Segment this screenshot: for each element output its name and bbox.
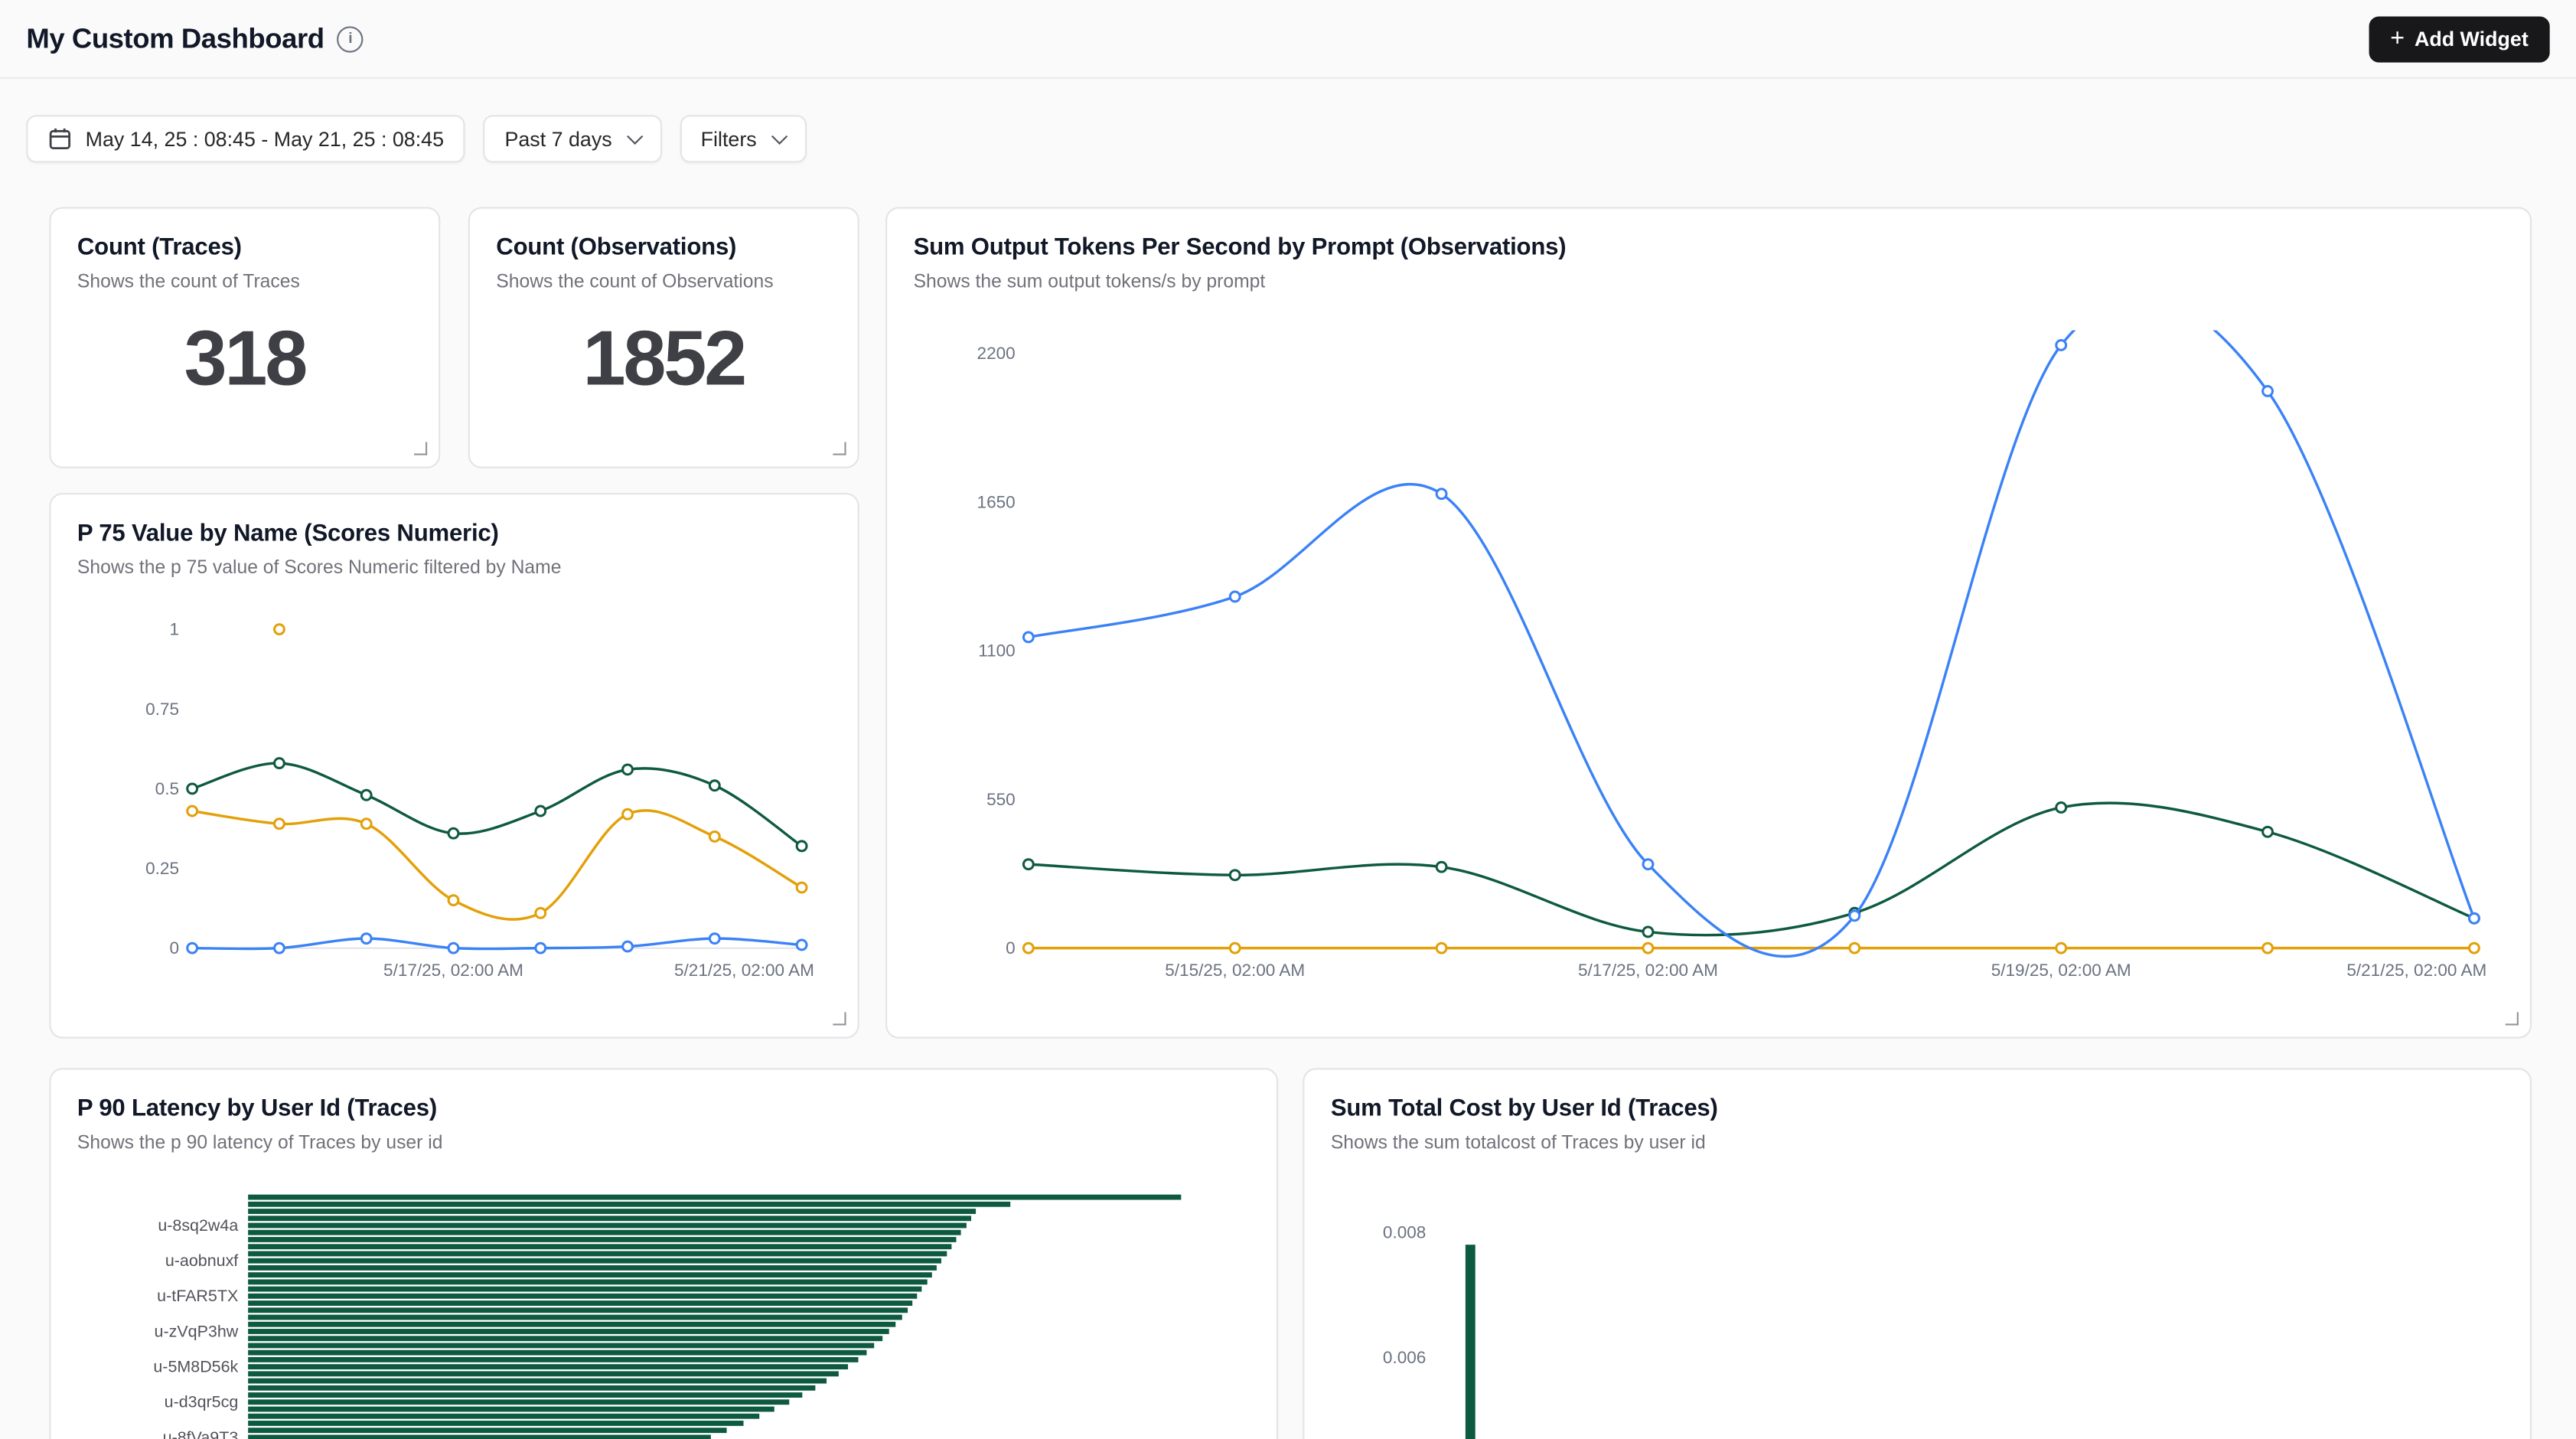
svg-text:5/19/25, 02:00 AM: 5/19/25, 02:00 AM	[1991, 961, 2131, 980]
filters-button[interactable]: Filters	[680, 115, 806, 162]
resize-handle-icon[interactable]	[833, 1012, 846, 1025]
add-widget-button[interactable]: + Add Widget	[2369, 15, 2549, 61]
chevron-down-icon	[771, 129, 787, 145]
toolbar: May 14, 25 : 08:45 - May 21, 25 : 08:45 …	[26, 115, 2549, 162]
svg-text:5/15/25, 02:00 AM: 5/15/25, 02:00 AM	[1165, 961, 1305, 980]
svg-text:0.008: 0.008	[1383, 1222, 1426, 1242]
p90-latency-bar-chart: u-8sq2w4a u-aobnuxf u-tFAR5TX u-zVqP3hw u-5M…	[77, 1188, 1254, 1439]
resize-handle-icon[interactable]	[2506, 1012, 2519, 1025]
svg-text:u-tFAR5TX: u-tFAR5TX	[157, 1287, 238, 1305]
dashboard-page: My Custom Dashboard i + Add Widget May 1…	[0, 0, 2576, 1439]
date-range-value: May 14, 25 : 08:45 - May 21, 25 : 08:45	[86, 127, 444, 150]
svg-text:5/21/25, 02:00 AM: 5/21/25, 02:00 AM	[674, 961, 814, 980]
svg-text:1100: 1100	[978, 641, 1015, 661]
plus-icon: +	[2390, 25, 2405, 50]
svg-text:1: 1	[169, 620, 179, 639]
total-cost-bar-chart: 0.008 0.006	[1331, 1188, 2507, 1439]
observations-count-value: 1852	[496, 318, 831, 396]
widget-title: Sum Total Cost by User Id (Traces)	[1331, 1096, 2504, 1122]
page-title: My Custom Dashboard	[26, 22, 324, 55]
calendar-icon	[47, 126, 72, 151]
widget-title: Count (Traces)	[77, 235, 412, 261]
widget-subtitle: Shows the sum output tokens/s by prompt	[914, 272, 2504, 292]
widget-p90-latency: P 90 Latency by User Id (Traces) Shows t…	[49, 1068, 1278, 1439]
info-icon[interactable]: i	[337, 25, 364, 51]
svg-text:0.25: 0.25	[145, 859, 179, 878]
date-preset-value: Past 7 days	[504, 127, 611, 150]
svg-text:2200: 2200	[977, 344, 1016, 363]
widget-subtitle: Shows the count of Observations	[496, 272, 831, 292]
widget-subtitle: Shows the p 90 latency of Traces by user…	[77, 1134, 1251, 1153]
resize-handle-icon[interactable]	[833, 442, 846, 455]
svg-text:u-8sq2w4a: u-8sq2w4a	[158, 1216, 238, 1235]
svg-text:0: 0	[1006, 938, 1016, 958]
widget-count-observations: Count (Observations) Shows the count of …	[468, 207, 859, 468]
svg-text:550: 550	[986, 790, 1016, 809]
page-title-group: My Custom Dashboard i	[26, 22, 364, 55]
date-range-picker[interactable]: May 14, 25 : 08:45 - May 21, 25 : 08:45	[26, 115, 465, 162]
svg-text:u-d3qr5cg: u-d3qr5cg	[165, 1393, 239, 1411]
svg-text:u-5M8D56k: u-5M8D56k	[153, 1357, 238, 1375]
widget-title: P 90 Latency by User Id (Traces)	[77, 1096, 1251, 1122]
traces-count-value: 318	[77, 318, 412, 396]
svg-text:0: 0	[169, 938, 179, 958]
widget-subtitle: Shows the p 75 value of Scores Numeric f…	[77, 559, 831, 579]
add-widget-label: Add Widget	[2415, 27, 2529, 50]
svg-text:0.75: 0.75	[145, 700, 179, 719]
page-header: My Custom Dashboard i + Add Widget	[0, 0, 2576, 79]
svg-text:5/17/25, 02:00 AM: 5/17/25, 02:00 AM	[1578, 961, 1718, 980]
widget-subtitle: Shows the count of Traces	[77, 272, 412, 292]
widget-title: Count (Observations)	[496, 235, 831, 261]
widget-total-cost: Sum Total Cost by User Id (Traces) Shows…	[1303, 1068, 2532, 1439]
date-preset-select[interactable]: Past 7 days	[484, 115, 662, 162]
widget-tokens-per-second: Sum Output Tokens Per Second by Prompt (…	[885, 207, 2532, 1038]
widget-title: P 75 Value by Name (Scores Numeric)	[77, 521, 831, 547]
filters-label: Filters	[701, 127, 757, 150]
svg-text:5/17/25, 02:00 AM: 5/17/25, 02:00 AM	[383, 961, 523, 980]
chevron-down-icon	[626, 129, 642, 145]
widget-subtitle: Shows the sum totalcost of Traces by use…	[1331, 1134, 2504, 1153]
resize-handle-icon[interactable]	[414, 442, 427, 455]
widget-title: Sum Output Tokens Per Second by Prompt (…	[914, 235, 2504, 261]
svg-text:0.5: 0.5	[155, 779, 179, 798]
widget-p75-value: P 75 Value by Name (Scores Numeric) Show…	[49, 493, 859, 1039]
p75-value-line-chart: 1 0.75 0.5 0.25 0 5/17/25, 02:00 AM 5/21/25, 0…	[77, 613, 835, 1001]
svg-text:5/21/25, 02:00 AM: 5/21/25, 02:00 AM	[2346, 961, 2486, 980]
tokens-per-second-line-chart: 2200 1650 1100 550 0 5/15/25, 02:00 AM 5/17/25…	[914, 330, 2507, 1007]
svg-text:u-8fVa9T3: u-8fVa9T3	[163, 1428, 239, 1439]
svg-text:u-aobnuxf: u-aobnuxf	[165, 1251, 238, 1270]
svg-text:1650: 1650	[977, 492, 1016, 511]
svg-text:0.006: 0.006	[1383, 1348, 1426, 1367]
svg-text:u-zVqP3hw: u-zVqP3hw	[155, 1322, 239, 1340]
widget-count-traces: Count (Traces) Shows the count of Traces…	[49, 207, 440, 468]
